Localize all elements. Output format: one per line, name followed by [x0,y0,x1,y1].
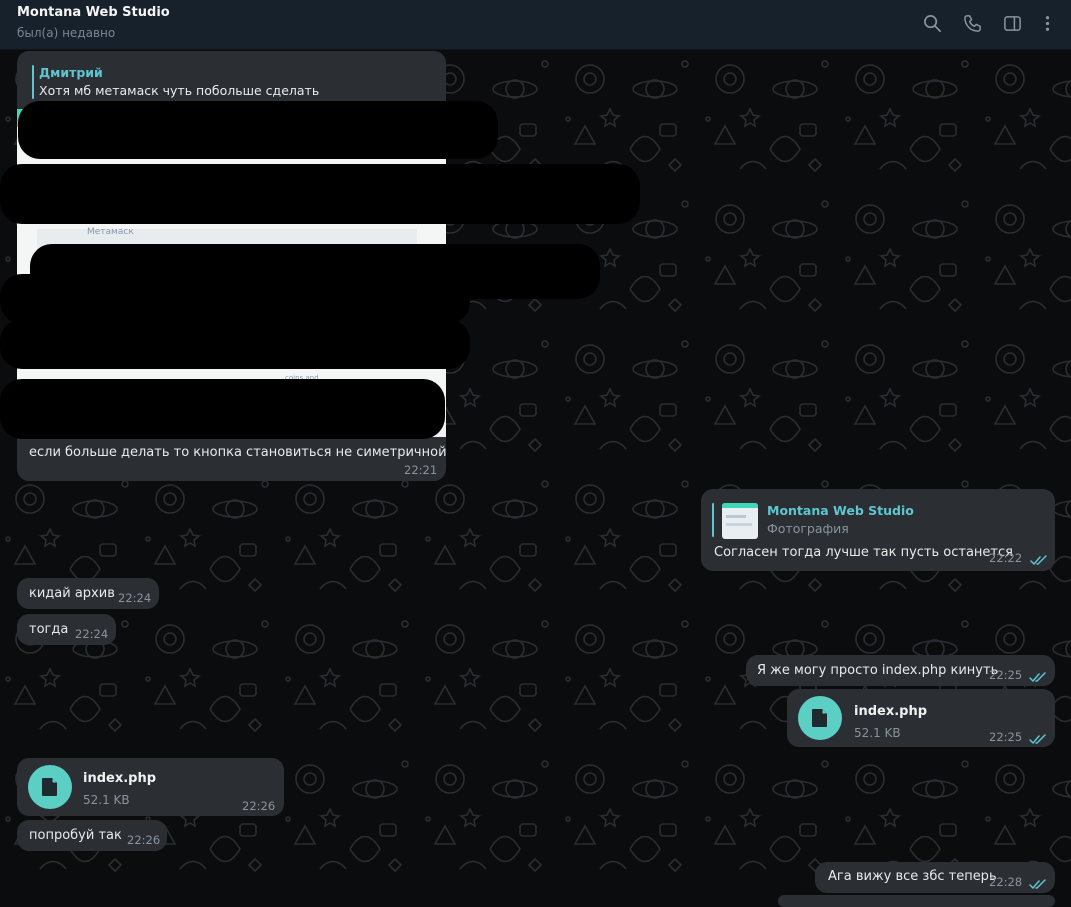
reply-quote-type: Фотография [767,521,849,536]
message-bubble-outgoing-file[interactable]: index.php 52.1 KB 22:25 [787,689,1055,747]
more-vertical-icon[interactable] [1036,12,1058,34]
message-bubble-outgoing[interactable]: Ага вижу все збс теперь 22:28 [815,862,1055,893]
search-icon[interactable] [921,12,943,34]
read-check-icon [1030,552,1048,565]
file-size: 52.1 KB [83,793,130,807]
message-time: 22:22 [989,551,1023,565]
message-time: 22:26 [242,799,276,813]
message-text: Согласен тогда лучше так пусть останется [714,545,1013,560]
message-bubble-outgoing[interactable]: Montana Web Studio Фотография Согласен т… [701,489,1055,571]
message-time: 22:25 [989,668,1023,682]
message-text: Я же могу просто index.php кинуть [757,663,999,678]
phone-icon[interactable] [961,12,983,34]
read-check-icon [1029,876,1047,889]
redaction-mark [0,274,470,324]
read-check-icon [1029,731,1047,744]
file-size: 52.1 KB [854,726,901,740]
file-icon[interactable] [798,696,842,740]
message-list: Дмитрий Хотя мб метамаск чуть побольше с… [0,49,1071,907]
message-time: 22:25 [989,730,1023,744]
file-name[interactable]: index.php [854,704,927,719]
file-name[interactable]: index.php [83,771,156,786]
reply-sender-name[interactable]: Montana Web Studio [767,503,914,518]
sidebar-toggle-icon[interactable] [1001,12,1023,34]
photo-text: Метамаск [87,227,134,237]
message-text: Ага вижу все збс теперь [828,869,997,884]
redaction-mark [18,101,498,159]
message-time: 22:28 [989,875,1023,889]
reply-bar [32,65,34,99]
message-time: 22:24 [118,591,152,605]
read-check-icon [1029,669,1047,682]
message-bubble-incoming[interactable]: кидай архив 22:24 [17,578,159,609]
reply-bar [712,503,714,537]
message-time: 22:26 [127,833,161,847]
redaction-mark [0,164,640,224]
reply-quote-text: Хотя мб метамаск чуть побольше сделать [39,83,320,98]
message-text: попробуй так [29,828,122,843]
redaction-mark [0,379,445,439]
reply-sender-name[interactable]: Дмитрий [39,65,103,80]
message-time: 22:21 [404,463,438,477]
message-bubble-outgoing-partial[interactable] [778,895,1055,907]
chat-title[interactable]: Montana Web Studio [17,5,170,20]
chat-status: был(а) недавно [17,26,116,40]
message-text: тогда [29,622,69,637]
file-icon[interactable] [28,765,72,809]
chat-header: Montana Web Studio был(а) недавно [0,0,1071,50]
reply-photo-thumbnail [722,503,758,539]
message-bubble-incoming[interactable]: попробуй так 22:26 [17,820,167,851]
message-text: кидай архив [29,586,115,601]
message-bubble-incoming[interactable]: тогда 22:24 [17,614,116,645]
message-time: 22:24 [75,627,109,641]
message-bubble-incoming-file[interactable]: index.php 52.1 KB 22:26 [17,758,284,816]
redaction-mark [0,319,470,369]
message-bubble-outgoing[interactable]: Я же могу просто index.php кинуть 22:25 [746,655,1055,686]
message-caption: если больше делать то кнопка становиться… [29,445,447,460]
